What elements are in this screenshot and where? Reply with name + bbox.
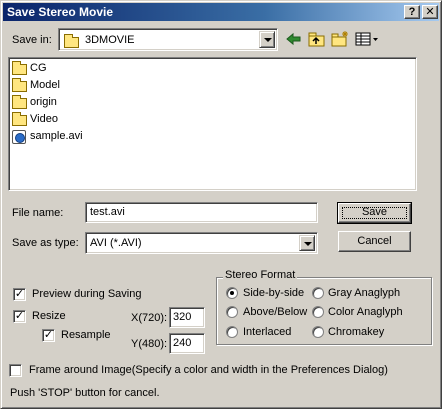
resample-label: Resample bbox=[61, 329, 111, 341]
gray-anaglyph-label: Gray Anaglyph bbox=[328, 287, 401, 299]
file-name-value: test.avi bbox=[90, 206, 125, 218]
color-anaglyph-radio[interactable] bbox=[312, 306, 324, 318]
status-text: Push 'STOP' button for cancel. bbox=[10, 387, 160, 399]
help-button[interactable]: ? bbox=[404, 5, 420, 19]
frame-around-checkbox[interactable] bbox=[9, 364, 22, 377]
color-anaglyph-label: Color Anaglyph bbox=[328, 306, 403, 318]
folder-icon bbox=[12, 78, 27, 92]
preview-checkbox[interactable]: ✓ bbox=[13, 288, 26, 301]
stereo-format-title: Stereo Format bbox=[223, 269, 298, 281]
save-in-value: 3DMOVIE bbox=[85, 34, 135, 46]
above-below-label: Above/Below bbox=[243, 306, 308, 318]
chromakey-label: Chromakey bbox=[328, 326, 385, 338]
chromakey-radio[interactable] bbox=[312, 326, 324, 338]
save-as-type-value: AVI (*.AVI) bbox=[90, 237, 142, 249]
file-name: sample.avi bbox=[30, 130, 83, 142]
folder-icon bbox=[12, 112, 27, 126]
save-as-type-label: Save as type: bbox=[12, 237, 79, 249]
side-by-side-radio[interactable] bbox=[226, 287, 238, 299]
x-label: X(720): bbox=[131, 312, 168, 324]
preview-label: Preview during Saving bbox=[32, 288, 142, 300]
interlaced-radio[interactable] bbox=[226, 326, 238, 338]
up-folder-icon[interactable] bbox=[307, 30, 327, 48]
close-button[interactable]: ✕ bbox=[422, 5, 438, 19]
chevron-down-icon[interactable] bbox=[299, 235, 315, 251]
save-stereo-movie-dialog: Save Stereo Movie ? ✕ Save in: 3DMOVIE C… bbox=[0, 0, 442, 409]
file-name: Video bbox=[30, 113, 58, 125]
interlaced-label: Interlaced bbox=[243, 326, 292, 338]
title-bar[interactable]: Save Stereo Movie ? ✕ bbox=[3, 3, 439, 21]
resample-checkbox[interactable]: ✓ bbox=[42, 329, 55, 342]
folder-icon bbox=[12, 95, 27, 109]
file-name: Model bbox=[30, 79, 60, 91]
new-folder-icon[interactable] bbox=[330, 30, 350, 48]
resize-label: Resize bbox=[32, 310, 66, 322]
resize-checkbox[interactable]: ✓ bbox=[13, 310, 26, 323]
y-label: Y(480): bbox=[131, 338, 168, 350]
focus-rect bbox=[342, 207, 407, 219]
save-in-label: Save in: bbox=[12, 34, 52, 46]
folder-icon bbox=[64, 34, 79, 48]
window-title: Save Stereo Movie bbox=[7, 5, 114, 19]
video-file-icon bbox=[12, 130, 26, 144]
x-input[interactable]: 320 bbox=[169, 307, 205, 328]
file-name-label: File name: bbox=[12, 207, 64, 219]
y-value: 240 bbox=[173, 337, 192, 349]
side-by-side-label: Side-by-side bbox=[243, 287, 305, 299]
back-arrow-icon[interactable] bbox=[284, 30, 304, 48]
x-value: 320 bbox=[173, 311, 192, 323]
file-name: CG bbox=[30, 62, 47, 74]
folder-icon bbox=[12, 61, 27, 75]
file-name-input[interactable]: test.avi bbox=[85, 202, 318, 223]
save-as-type-dropdown[interactable]: AVI (*.AVI) bbox=[85, 232, 318, 254]
view-menu-icon[interactable] bbox=[354, 30, 380, 48]
cancel-button[interactable]: Cancel bbox=[338, 231, 411, 252]
save-button[interactable]: Save bbox=[337, 202, 412, 224]
y-input[interactable]: 240 bbox=[169, 333, 205, 354]
above-below-radio[interactable] bbox=[226, 306, 238, 318]
file-name: origin bbox=[30, 96, 57, 108]
frame-around-label: Frame around Image(Specify a color and w… bbox=[29, 364, 388, 376]
file-list[interactable]: CG Model origin Video sample.avi bbox=[8, 57, 417, 191]
gray-anaglyph-radio[interactable] bbox=[312, 287, 324, 299]
save-in-dropdown[interactable]: 3DMOVIE bbox=[58, 28, 278, 51]
chevron-down-icon[interactable] bbox=[259, 31, 275, 48]
